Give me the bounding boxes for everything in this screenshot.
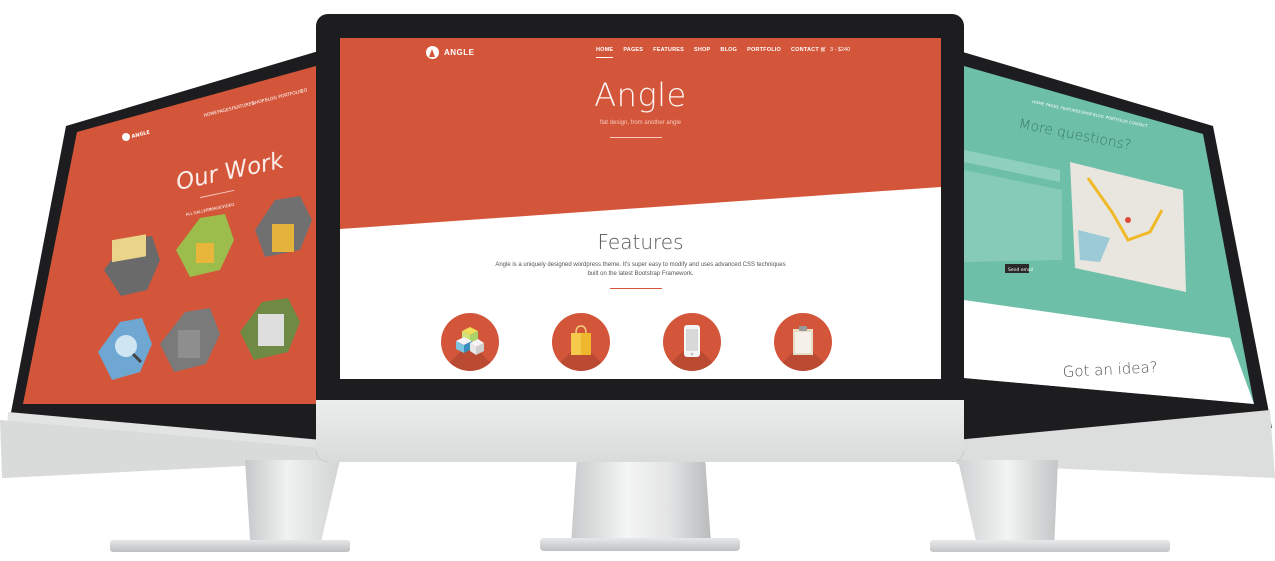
send-email-label: Send email [1008,267,1033,273]
cubes-icon [456,327,484,355]
cart-text: 3 - $240 [829,47,851,53]
features-divider [610,288,662,289]
features-title: Features [597,230,684,254]
angle-logo-icon [426,45,439,59]
main-nav: HOME PAGES FEATURES SHOP BLOG PORTFOLIO … [596,47,819,58]
right-nav-features: FEATURES [1060,105,1082,114]
nav-pages[interactable]: PAGES [623,47,643,58]
nav-features[interactable]: FEATURES [653,47,684,58]
right-nav-shop: SHOP [1081,109,1093,116]
center-screen: ANGLE HOME PAGES FEATURES SHOP BLOG PORT… [340,38,941,379]
right-nav-home: HOME [1032,99,1045,107]
center-monitor-base [540,538,740,551]
right-page-title: More questions? [1017,116,1132,154]
hero-subtitle: flat design, from another angle [599,120,682,126]
right-bottom-title: Got an idea? [1062,358,1158,381]
feature-cubes[interactable] [441,313,499,371]
hero-divider [610,137,662,138]
nav-home[interactable]: HOME [596,47,614,58]
smartphone-icon [684,325,700,357]
nav-contact[interactable]: CONTACT [791,47,819,58]
right-nav-pages: PAGES [1045,102,1059,110]
nav-portfolio[interactable]: PORTFOLIO [747,47,781,58]
hero-banner [340,38,941,229]
feature-responsive[interactable] [663,313,721,371]
feature-shop[interactable] [552,313,610,371]
right-nav-contact: CONTACT [1129,120,1149,129]
cart-icon: 🛒︎ [820,47,827,53]
site-logo[interactable]: ANGLE [426,45,475,59]
cart-summary[interactable]: 🛒︎ 3 - $240 [820,47,850,53]
features-description: Angle is a uniquely designed wordpress t… [495,262,786,277]
logo-text: ANGLE [444,47,475,57]
right-nav-blog: BLOG [1092,112,1104,119]
nav-shop[interactable]: SHOP [694,47,710,58]
nav-blog[interactable]: BLOG [720,47,737,58]
right-nav-portfolio: PORTFOLIO [1105,115,1128,125]
hero-title: Angle [594,76,687,114]
clipboard-icon [793,326,813,355]
center-monitor-chin [316,400,964,462]
center-monitor-stand [571,462,711,544]
shopping-bag-icon [571,325,591,355]
feature-docs[interactable] [774,313,832,371]
